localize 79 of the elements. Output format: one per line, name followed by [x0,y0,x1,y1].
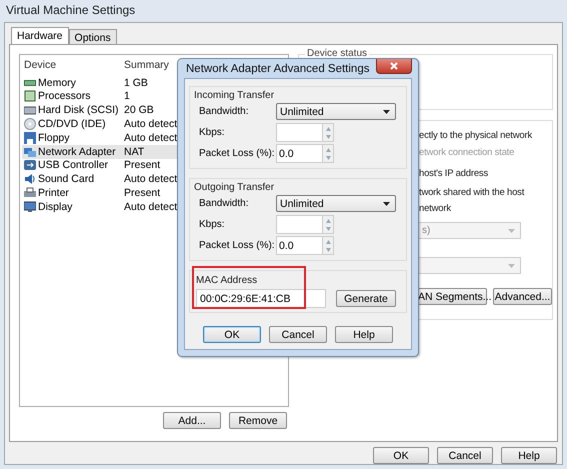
field-label: Bandwidth: [198,198,250,209]
field-label: Bandwidth: [198,106,250,117]
cancel-button[interactable]: Cancel [269,326,327,343]
device-summary: 20 GB [124,104,154,116]
option-label: host's IP address [419,166,488,180]
option-label: ectly to the physical network [419,128,532,142]
up-arrow-icon[interactable] [324,216,332,224]
generate-button[interactable]: Generate [336,290,396,307]
kbps-field[interactable] [276,123,322,142]
bandwidth-dropdown[interactable]: Unlimited [276,103,396,120]
option-label: twork shared with the host [419,186,524,200]
add-button[interactable]: Add... [163,412,221,429]
bandwidth-dropdown[interactable]: Unlimited [276,195,396,212]
up-arrow-icon[interactable] [324,124,332,132]
device-summary: NAT [124,146,144,158]
remove-button[interactable]: Remove [229,412,287,429]
printer-icon [24,187,36,200]
packet-loss-field[interactable]: 0.0 [276,144,322,163]
field-label: Kbps: [198,127,226,138]
down-arrow-icon[interactable] [324,132,332,140]
option-label: etwork connection state [419,146,514,160]
field-label: Packet Loss (%): [198,240,275,251]
device-name[interactable]: Processors [22,90,122,104]
device-name[interactable]: Memory [22,76,122,90]
down-arrow-icon[interactable] [324,154,332,162]
cancel-button[interactable]: Cancel [437,447,493,464]
tab[interactable]: Options [68,29,117,44]
device-summary: 1 [124,90,130,102]
help-button[interactable]: Help [335,326,393,343]
disc-icon [24,118,36,130]
device-name[interactable]: USB Controller [22,158,122,172]
window-title: Virtual Machine Settings [5,2,136,19]
group-title: Device status [305,48,370,59]
device-name[interactable]: CD/DVD (IDE) [22,117,122,131]
close-icon[interactable] [390,62,398,70]
down-arrow-icon[interactable] [324,246,332,254]
ok-button[interactable]: OK [203,326,261,343]
field-label: Packet Loss (%): [198,148,275,159]
device-name[interactable]: Display [22,200,122,214]
monitor-icon [24,200,36,213]
device-name[interactable]: Network Adapter [22,144,122,159]
device-name[interactable]: Printer [22,186,122,200]
help-button[interactable]: Help [501,447,557,464]
dropdown-arrow-icon [383,110,390,114]
dialog-title: Network Adapter Advanced Settings [185,62,370,74]
device-name[interactable]: Floppy [22,130,122,145]
speaker-icon [24,173,36,186]
floppy-icon [24,132,36,144]
group-title: Outgoing Transfer [194,182,276,193]
group-title: MAC Address [196,275,258,286]
dropdown-arrow-icon [383,202,390,206]
chip-icon [24,90,36,102]
usb-icon [24,159,36,172]
column-header[interactable]: Device [22,58,122,71]
option-label: network [419,202,451,216]
device-summary: Auto detect [124,200,178,213]
advanced-button[interactable]: Advanced... [493,288,552,305]
up-arrow-icon[interactable] [324,238,332,246]
network-card-icon [24,146,36,158]
device-summary: Auto detect [124,173,178,186]
device-name[interactable]: Sound Card [22,172,122,186]
dropdown-arrow-icon [508,228,515,232]
device-summary: 1 GB [124,76,148,89]
tab[interactable]: Hardware [11,27,69,45]
group-title: Incoming Transfer [194,90,276,101]
kbps-field[interactable] [276,215,322,234]
up-arrow-icon[interactable] [324,146,332,154]
device-summary: Present [124,159,160,172]
down-arrow-icon[interactable] [324,224,332,232]
dropdown-arrow-icon [508,264,515,268]
device-summary: Present [124,187,160,200]
field-label: Kbps: [198,219,226,230]
ok-button[interactable]: OK [373,447,429,464]
packet-loss-field[interactable]: 0.0 [276,236,322,255]
device-summary: Auto detect [124,132,178,144]
device-name[interactable]: Hard Disk (SCSI) [22,103,122,118]
close-button[interactable] [376,59,412,74]
mac-address-field[interactable]: 00:0C:29:6E:41:CB [196,289,326,308]
device-summary: Auto detect [124,118,178,130]
